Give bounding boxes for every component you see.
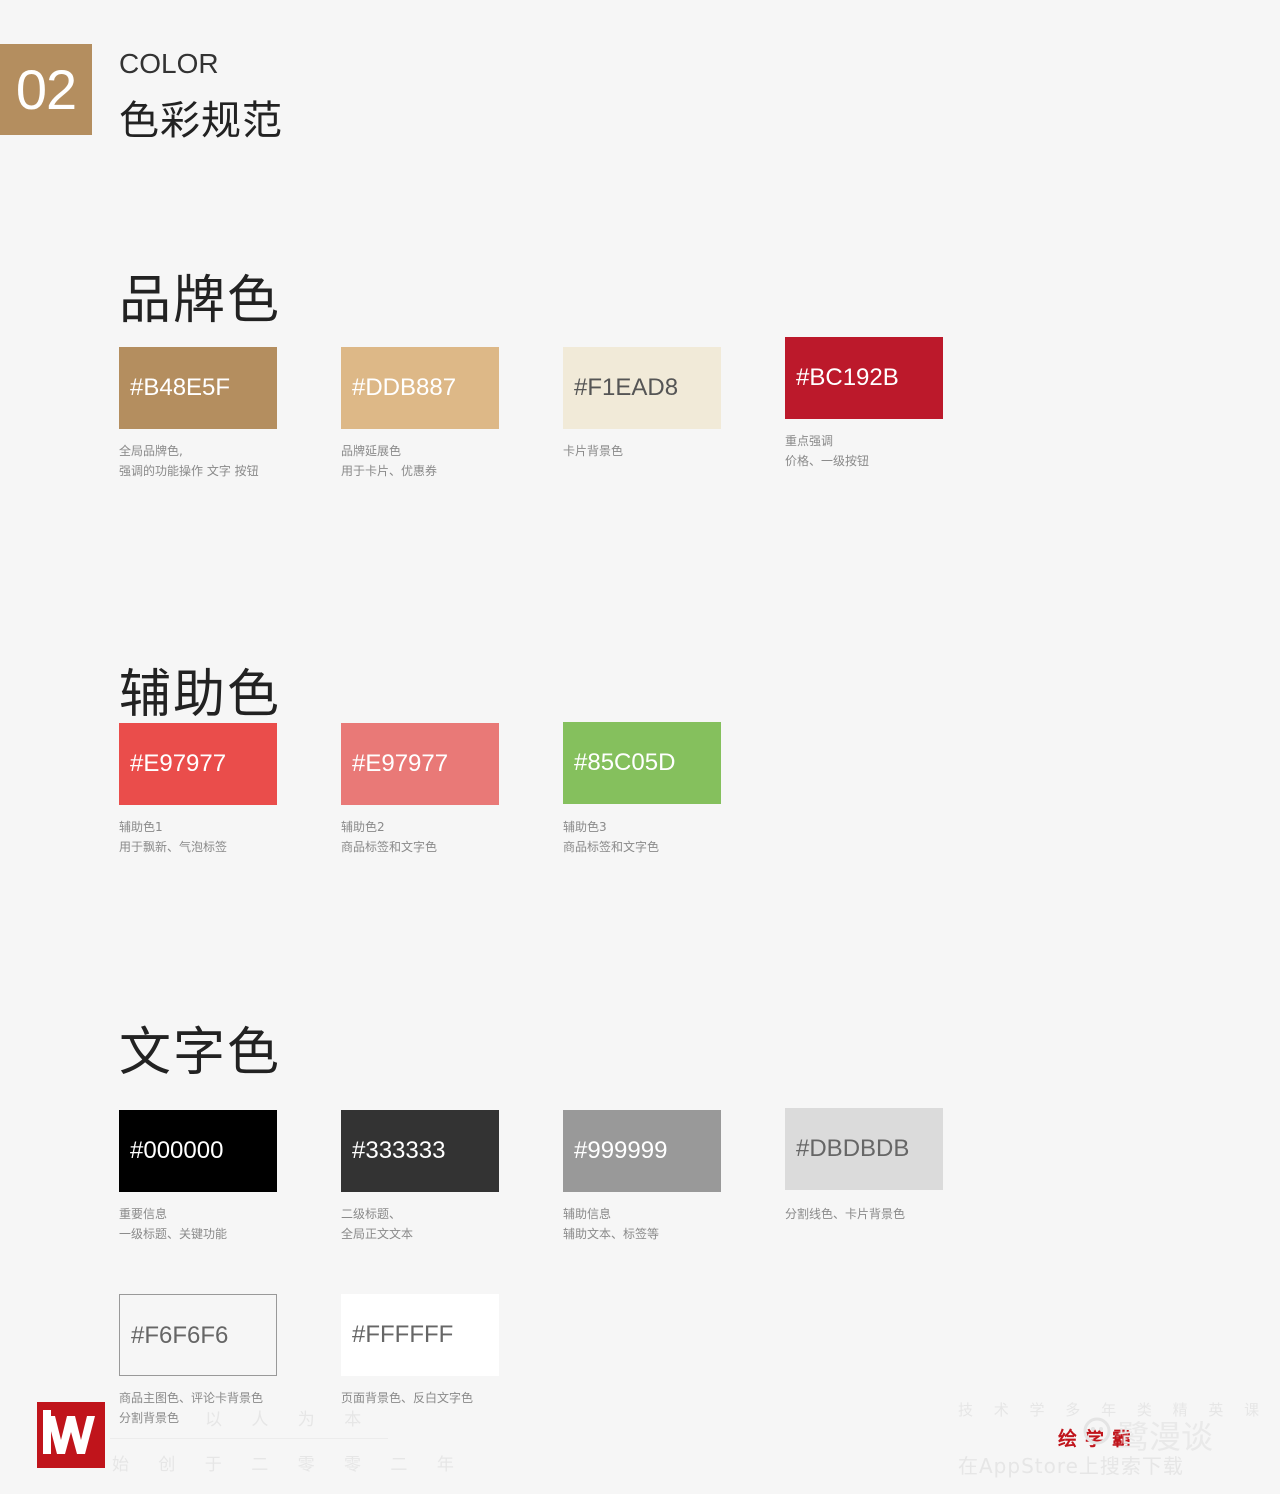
watermark-text: 鹭漫谈 bbox=[1117, 1418, 1214, 1456]
swatch-desc: 二级标题、 全局正文文本 bbox=[341, 1207, 414, 1241]
swatch-desc: 重要信息 一级标题、关键功能 bbox=[119, 1207, 228, 1241]
swatch-brand-3: #F1EAD8 bbox=[563, 347, 721, 429]
section-title-brand: 品牌色 bbox=[119, 271, 282, 331]
swatch-text-1: #000000 bbox=[119, 1110, 277, 1192]
swatch-desc: 品牌延展色 用于卡片、优惠券 bbox=[341, 444, 438, 478]
swatch-aux-2: #E97977 bbox=[341, 723, 499, 805]
chapter-title-cn: 色彩规范 bbox=[119, 98, 283, 144]
watermark-icon bbox=[1083, 1417, 1111, 1445]
swatch-text-5: #F6F6F6 bbox=[119, 1294, 277, 1376]
swatch-brand-4: #BC192B bbox=[785, 337, 943, 419]
swatch-desc: 辅助信息 辅助文本、标签等 bbox=[563, 1207, 660, 1241]
swatch-desc: 卡片背景色 bbox=[563, 444, 624, 458]
swatch-aux-1: #E97977 bbox=[119, 723, 277, 805]
section-title-auxiliary: 辅助色 bbox=[119, 665, 282, 725]
swatch-text-3: #999999 bbox=[563, 1110, 721, 1192]
swatch-desc: 辅助色3 商品标签和文字色 bbox=[563, 820, 660, 854]
section-title-text: 文字色 bbox=[119, 1023, 282, 1083]
chapter-title-en: COLOR bbox=[119, 48, 219, 79]
swatch-aux-3: #85C05D bbox=[563, 722, 721, 804]
swatch-desc: 辅助色1 用于飘新、气泡标签 bbox=[119, 820, 228, 854]
swatch-brand-2: #DDB887 bbox=[341, 347, 499, 429]
swatch-text-6: #FFFFFF bbox=[341, 1294, 499, 1376]
footer-divider bbox=[110, 1438, 388, 1439]
brand-logo bbox=[37, 1402, 105, 1468]
swatch-text-4: #DBDBDB bbox=[785, 1108, 943, 1190]
swatch-brand-1: #B48E5F bbox=[119, 347, 277, 429]
swatch-desc: 分割线色、卡片背景色 bbox=[785, 1207, 906, 1221]
footer-slogan-bottom: 始 创 于 二 零 零 二 年 bbox=[112, 1455, 466, 1475]
chapter-number-badge: 02 bbox=[0, 44, 92, 135]
swatch-desc: 全局品牌色, 强调的功能操作 文字 按钮 bbox=[119, 444, 259, 478]
swatch-desc: 重点强调 价格、一级按钮 bbox=[785, 434, 870, 468]
footer-slogan-top: 以 人 为 本 bbox=[205, 1410, 374, 1430]
swatch-text-2: #333333 bbox=[341, 1110, 499, 1192]
swatch-desc: 辅助色2 商品标签和文字色 bbox=[341, 820, 438, 854]
